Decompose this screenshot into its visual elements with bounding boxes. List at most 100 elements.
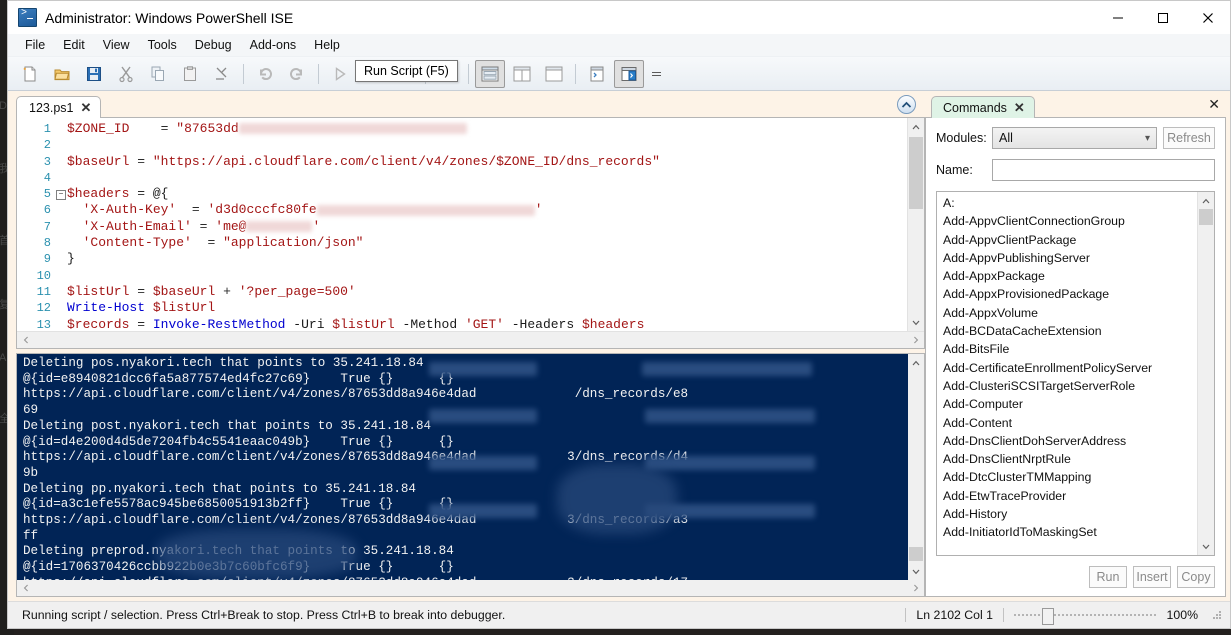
editor-hscroll-track[interactable] xyxy=(34,332,907,348)
paste-icon[interactable] xyxy=(175,60,205,88)
menu-file[interactable]: File xyxy=(16,36,54,54)
zoom-slider[interactable] xyxy=(1014,607,1156,625)
menu-tools[interactable]: Tools xyxy=(139,36,186,54)
code-line: 3 $baseUrl = "https://api.cloudflare.com/… xyxy=(17,154,907,170)
commands-list-item[interactable]: Add-AppxProvisionedPackage xyxy=(937,285,1197,303)
run-script-icon[interactable] xyxy=(325,60,355,88)
commands-list-item[interactable]: Add-ClusteriSCSITargetServerRole xyxy=(937,377,1197,395)
run-button[interactable]: Run xyxy=(1089,566,1127,588)
console-scroll-thumb[interactable] xyxy=(909,547,923,561)
cut-icon[interactable] xyxy=(111,60,141,88)
commands-list-item[interactable]: Add-History xyxy=(937,505,1197,523)
commands-list-item[interactable]: Add-DnsClientDohServerAddress xyxy=(937,432,1197,450)
zoom-slider-thumb[interactable] xyxy=(1042,608,1054,625)
toolbar-overflow-icon[interactable] xyxy=(649,61,663,87)
refresh-button[interactable]: Refresh xyxy=(1163,127,1215,149)
redo-icon[interactable] xyxy=(282,60,312,88)
layout-stacked-icon[interactable] xyxy=(475,59,505,88)
editor-scroll-track[interactable] xyxy=(908,135,924,314)
redacted-text xyxy=(645,456,815,470)
menu-view[interactable]: View xyxy=(94,36,139,54)
editor-scroll-thumb[interactable] xyxy=(909,137,923,209)
console-horizontal-scrollbar[interactable] xyxy=(17,580,924,596)
scroll-right-icon[interactable] xyxy=(907,580,924,596)
scroll-right-icon[interactable] xyxy=(907,332,924,348)
new-script-icon[interactable] xyxy=(15,60,45,88)
open-script-icon[interactable] xyxy=(47,60,77,88)
show-command-window-icon[interactable] xyxy=(582,60,612,88)
menu-addons[interactable]: Add-ons xyxy=(241,36,306,54)
commands-list-item[interactable]: Add-AppxVolume xyxy=(937,304,1197,322)
status-bar: Running script / selection. Press Ctrl+B… xyxy=(8,601,1230,628)
close-icon[interactable]: ✕ xyxy=(80,101,91,114)
console-line: @{id=1706370426ccbb922b0e3b7c60bfc6f9} T… xyxy=(23,560,454,575)
close-dock-icon[interactable]: ✕ xyxy=(1208,97,1220,111)
console-vertical-scrollbar[interactable] xyxy=(908,354,924,580)
resize-grip[interactable] xyxy=(1210,608,1224,622)
maximize-button[interactable] xyxy=(1140,1,1185,34)
commands-list[interactable]: A: Add-AppvClientConnectionGroup Add-AppvC… xyxy=(937,192,1197,555)
modules-select[interactable]: All ▾ xyxy=(992,127,1157,149)
code-area[interactable]: 1 $ZONE_ID = "87653dd 2 3 $baseUrl = "https:… xyxy=(17,118,907,331)
commands-list-item[interactable]: Add-AppxPackage xyxy=(937,267,1197,285)
commands-list-item[interactable]: Add-Computer xyxy=(937,395,1197,413)
clear-console-icon[interactable] xyxy=(207,60,237,88)
commands-list-item[interactable]: Add-AppvClientPackage xyxy=(937,231,1197,249)
scroll-up-icon[interactable] xyxy=(908,118,924,135)
scroll-left-icon[interactable] xyxy=(17,580,34,596)
save-icon[interactable] xyxy=(79,60,109,88)
minimize-button[interactable] xyxy=(1095,1,1140,34)
scroll-down-icon[interactable] xyxy=(908,563,924,580)
editor-vertical-scrollbar[interactable] xyxy=(907,118,924,331)
menu-edit[interactable]: Edit xyxy=(54,36,94,54)
scroll-down-icon[interactable] xyxy=(1198,538,1214,555)
editor-horizontal-scrollbar[interactable] xyxy=(17,331,924,348)
commands-list-item[interactable]: Add-InitiatorIdToMaskingSet xyxy=(937,523,1197,541)
commands-vertical-scrollbar[interactable] xyxy=(1197,192,1214,555)
commands-list-item[interactable]: Add-AppvPublishingServer xyxy=(937,249,1197,267)
commands-scroll-track[interactable] xyxy=(1198,209,1214,538)
line-number: 11 xyxy=(36,284,51,299)
commands-list-item[interactable]: Add-BCDataCacheExtension xyxy=(937,322,1197,340)
copy-icon[interactable] xyxy=(143,60,173,88)
commands-list-item[interactable]: Add-BitsFile xyxy=(937,340,1197,358)
commands-list-container[interactable]: A: Add-AppvClientConnectionGroup Add-AppvC… xyxy=(936,191,1215,556)
scroll-up-icon[interactable] xyxy=(1198,192,1214,209)
menu-debug[interactable]: Debug xyxy=(186,36,241,54)
close-button[interactable] xyxy=(1185,1,1230,34)
console-hscroll-track[interactable] xyxy=(34,580,907,596)
console-output[interactable]: Deleting pos.nyakori.tech that points to… xyxy=(17,354,908,580)
console-line: https://api.cloudflare.com/client/v4/zon… xyxy=(23,576,908,580)
script-editor[interactable]: 1 $ZONE_ID = "87653dd 2 3 $baseUrl = "https:… xyxy=(16,117,925,349)
name-input[interactable] xyxy=(992,159,1215,181)
commands-list-item[interactable]: Add-DnsClientNrptRule xyxy=(937,450,1197,468)
code-line: 5− $headers = @{ xyxy=(17,186,907,202)
redacted-text xyxy=(238,123,467,135)
commands-action-buttons: Run Insert Copy xyxy=(936,556,1215,588)
scroll-left-icon[interactable] xyxy=(17,332,34,348)
tab-commands[interactable]: Commands ✕ xyxy=(931,96,1035,118)
commands-scroll-thumb[interactable] xyxy=(1199,209,1213,225)
layout-maximized-icon[interactable] xyxy=(539,60,569,88)
close-icon[interactable]: ✕ xyxy=(1014,101,1025,114)
script-tab-123ps1[interactable]: 123.ps1 ✕ xyxy=(16,96,102,118)
zoom-slider-track xyxy=(1014,614,1156,616)
commands-list-item[interactable]: Add-EtwTraceProvider xyxy=(937,487,1197,505)
show-command-addon-icon[interactable] xyxy=(614,59,644,88)
scroll-up-icon[interactable] xyxy=(908,354,924,371)
console-pane[interactable]: Deleting pos.nyakori.tech that points to… xyxy=(16,353,925,597)
chevron-up-icon[interactable] xyxy=(897,95,916,114)
copy-button[interactable]: Copy xyxy=(1177,566,1215,588)
scroll-down-icon[interactable] xyxy=(908,314,924,331)
insert-button[interactable]: Insert xyxy=(1133,566,1171,588)
commands-list-item[interactable]: Add-DtcClusterTMMapping xyxy=(937,468,1197,486)
commands-list-item[interactable]: Add-AppvClientConnectionGroup xyxy=(937,212,1197,230)
undo-icon[interactable] xyxy=(250,60,280,88)
fold-toggle-icon[interactable]: − xyxy=(55,188,67,204)
commands-list-item[interactable]: Add-CertificateEnrollmentPolicyServer xyxy=(937,359,1197,377)
script-tabstrip: 123.ps1 ✕ xyxy=(16,95,925,118)
commands-list-item[interactable]: Add-Content xyxy=(937,414,1197,432)
console-scroll-track[interactable] xyxy=(908,371,924,563)
menu-help[interactable]: Help xyxy=(305,36,349,54)
layout-side-icon[interactable] xyxy=(507,60,537,88)
